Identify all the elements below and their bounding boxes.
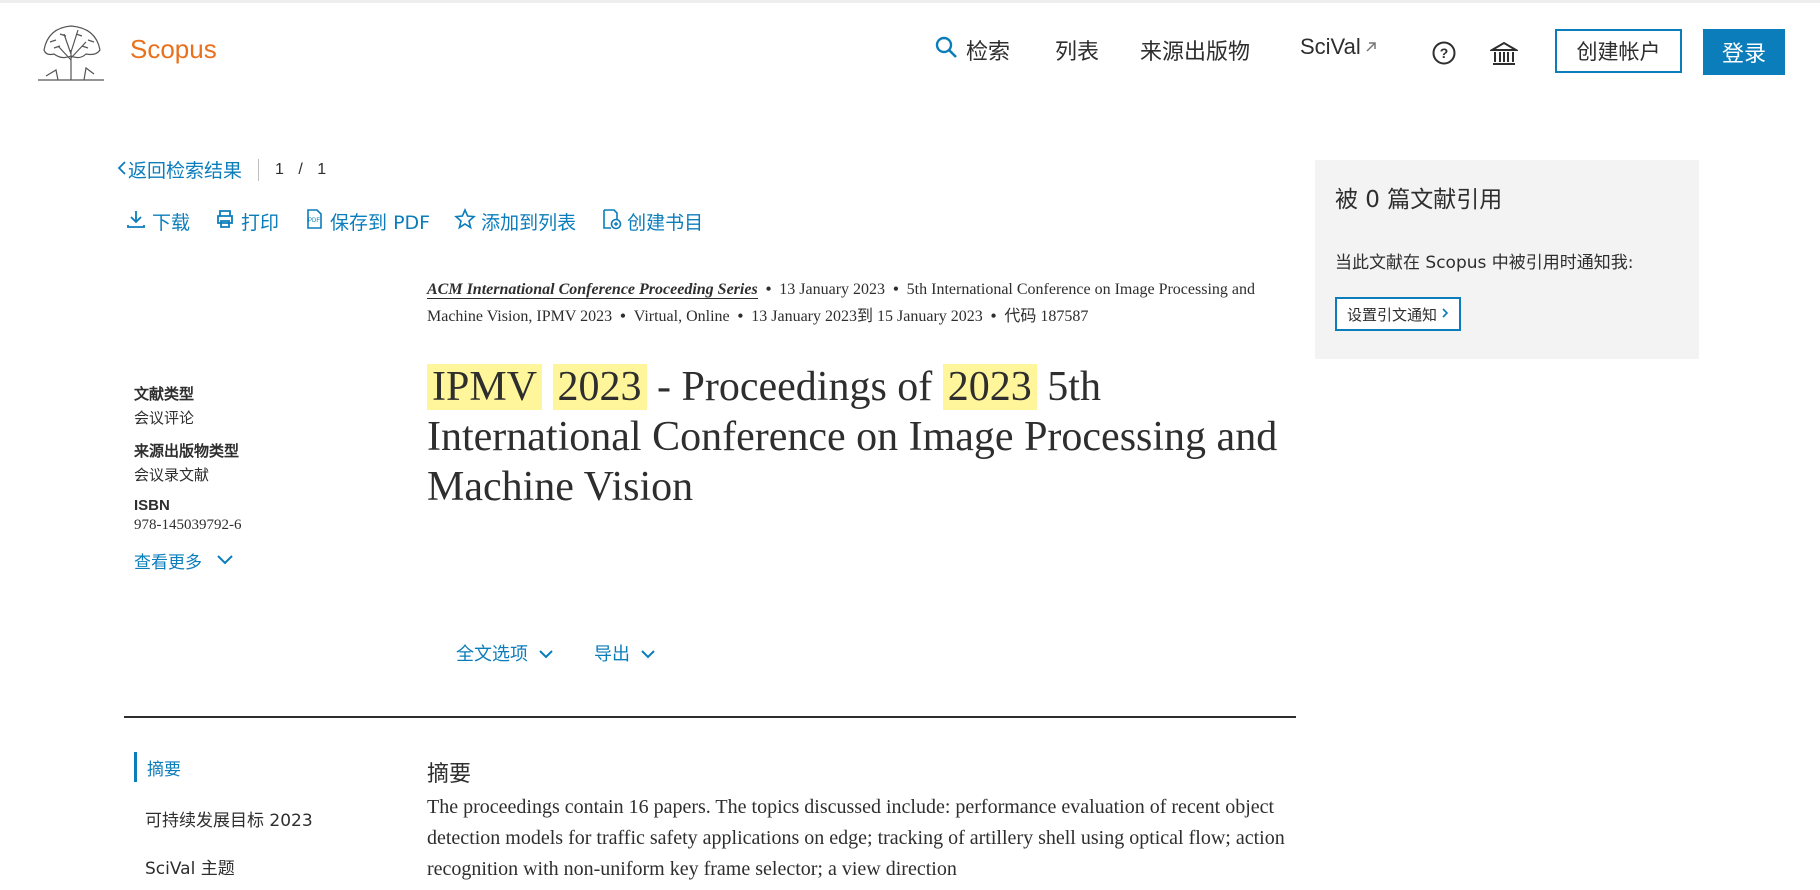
create-account-button[interactable]: 创建帐户 — [1555, 29, 1682, 73]
chevron-down-icon — [538, 643, 554, 664]
elsevier-logo[interactable] — [36, 20, 106, 82]
external-link-icon — [1364, 34, 1378, 60]
section-nav: 摘要 可持续发展目标 2023 SciVal 主题 — [134, 752, 313, 890]
create-bibliography-button[interactable]: 创建书目 — [600, 208, 703, 235]
page-current: 1 — [275, 160, 284, 178]
search-icon — [934, 35, 958, 65]
brand-scopus[interactable]: Scopus — [130, 34, 217, 65]
meta-date: 13 January 2023 — [779, 281, 886, 298]
document-actions: 下载 打印 PDF 保存到 PDF 添加到列表 创建书目 — [125, 207, 727, 235]
document-options: 全文选项 导出 — [456, 640, 696, 666]
show-more-label: 查看更多 — [134, 553, 202, 573]
save-pdf-label: 保存到 PDF — [330, 212, 431, 234]
export-button[interactable]: 导出 — [594, 640, 656, 666]
section-nav-scival-topics[interactable]: SciVal 主题 — [134, 842, 313, 890]
download-label: 下载 — [152, 212, 191, 234]
back-row: 返回检索结果 1 / 1 — [116, 156, 326, 183]
download-icon — [125, 208, 147, 235]
meta-code: 代码 187587 — [1004, 308, 1089, 325]
section-divider — [124, 716, 1296, 718]
print-label: 打印 — [241, 212, 280, 234]
doc-type-label: 文献类型 — [134, 385, 195, 403]
set-citation-alert-button[interactable]: 设置引文通知 — [1335, 297, 1462, 331]
print-icon — [214, 208, 236, 235]
nav-lists[interactable]: 列表 — [1055, 34, 1099, 66]
chevron-left-icon — [116, 159, 128, 181]
page-total: 1 — [317, 160, 327, 178]
nav-scival[interactable]: SciVal — [1300, 34, 1378, 60]
add-to-list-label: 添加到列表 — [481, 212, 577, 234]
add-to-list-button[interactable]: 添加到列表 — [454, 207, 577, 235]
pdf-icon: PDF — [303, 208, 325, 235]
abstract-text: The proceedings contain 16 papers. The t… — [427, 796, 1285, 880]
title-highlight: 2023 — [552, 364, 647, 410]
cited-by-panel: 被 0 篇文献引用 当此文献在 Scopus 中被引用时通知我: 设置引文通知 — [1315, 160, 1699, 359]
chevron-down-icon — [216, 551, 234, 571]
abstract-heading: 摘要 — [427, 762, 472, 787]
section-nav-sdg[interactable]: 可持续发展目标 2023 — [134, 794, 313, 842]
source-type-label: 来源出版物类型 — [134, 442, 240, 460]
citation-alert-note: 当此文献在 Scopus 中被引用时通知我: — [1335, 253, 1634, 273]
chevron-right-icon — [1441, 305, 1449, 323]
full-text-options-button[interactable]: 全文选项 — [456, 640, 554, 666]
download-button[interactable]: 下载 — [125, 208, 190, 235]
star-icon — [454, 207, 477, 235]
pager: 1 / 1 — [275, 161, 326, 179]
save-pdf-button[interactable]: PDF 保存到 PDF — [303, 208, 430, 235]
nav-search[interactable]: 检索 — [934, 34, 1010, 66]
nav-search-label: 检索 — [966, 40, 1011, 65]
divider — [258, 158, 260, 181]
document-title: IPMV 2023 - Proceedings of 2023 5th Inte… — [427, 362, 1307, 512]
institution-icon[interactable] — [1488, 40, 1520, 66]
page-separator: / — [298, 160, 303, 178]
svg-text:?: ? — [1440, 45, 1449, 61]
chevron-down-icon — [640, 643, 656, 664]
series-link[interactable]: ACM International Conference Proceeding … — [427, 281, 758, 299]
export-label: 导出 — [594, 644, 630, 665]
title-highlight: 2023 — [942, 364, 1037, 410]
login-button[interactable]: 登录 — [1703, 29, 1785, 75]
section-nav-abstract[interactable]: 摘要 — [134, 752, 313, 782]
print-button[interactable]: 打印 — [214, 208, 279, 235]
title-highlight: IPMV — [427, 364, 543, 410]
help-icon[interactable]: ? — [1431, 40, 1457, 66]
create-bibliography-label: 创建书目 — [627, 212, 704, 234]
meta-location: Virtual, Online — [633, 308, 730, 325]
document-info: 文献类型 会议评论 来源出版物类型 会议录文献 ISBN 978-1450397… — [134, 375, 394, 573]
top-border — [0, 0, 1820, 3]
source-metadata: ACM International Conference Proceeding … — [427, 281, 1255, 325]
bibliography-icon — [600, 208, 622, 235]
svg-text:PDF: PDF — [308, 218, 320, 224]
meta-dates-range: 13 January 2023到 15 January 2023 — [751, 308, 983, 325]
full-text-options-label: 全文选项 — [456, 644, 528, 665]
source-type-value: 会议录文献 — [134, 466, 210, 484]
nav-sources[interactable]: 来源出版物 — [1140, 34, 1250, 66]
isbn-value: 978-145039792-6 — [134, 517, 242, 533]
back-to-results-link[interactable]: 返回检索结果 — [128, 156, 242, 183]
title-text: - Proceedings of — [657, 364, 933, 410]
isbn-label: ISBN — [134, 497, 170, 514]
set-citation-alert-label: 设置引文通知 — [1347, 305, 1438, 324]
nav-scival-label: SciVal — [1300, 34, 1361, 59]
doc-type-value: 会议评论 — [134, 409, 195, 427]
show-more-button[interactable]: 查看更多 — [134, 548, 394, 573]
cited-by-heading: 被 0 篇文献引用 — [1335, 187, 1503, 213]
